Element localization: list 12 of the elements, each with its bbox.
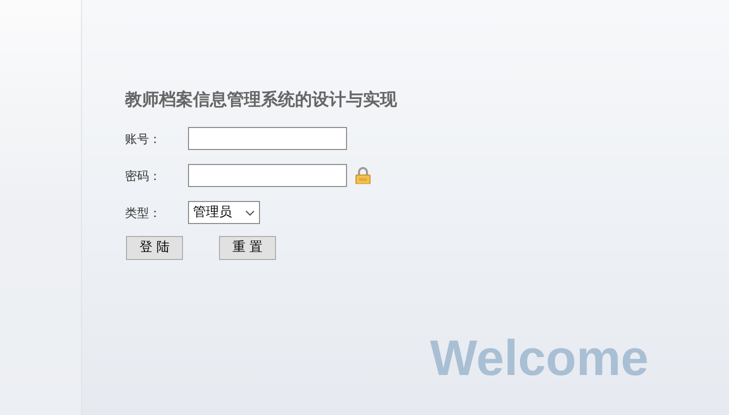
lock-icon: [355, 167, 371, 184]
password-field[interactable]: [188, 164, 347, 187]
field-label: 账号：: [125, 130, 162, 148]
reset-button[interactable]: 重 置: [219, 236, 276, 260]
field-label: 密码：: [125, 168, 162, 184]
welcome-text: Welcome: [430, 332, 650, 384]
type-select[interactable]: 管理员: [188, 201, 260, 224]
account-field[interactable]: [188, 127, 347, 150]
system-title: 教师档案信息管理系统的设计与实现: [125, 89, 398, 112]
field-label: 类型：: [125, 204, 162, 222]
login-button[interactable]: 登 陆: [126, 236, 183, 260]
chevron-down-icon: [245, 210, 255, 216]
